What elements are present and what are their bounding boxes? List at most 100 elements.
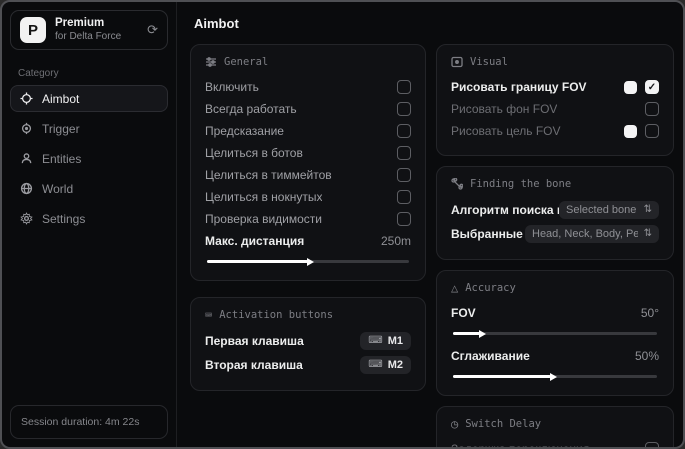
setting-row: Целиться в тиммейтов	[205, 164, 411, 186]
sidebar: P Premium for Delta Force ⟳ Category Aim…	[2, 2, 177, 447]
keybind-first-key[interactable]: ⌨ M1	[360, 332, 411, 350]
checkbox-target-teammates[interactable]	[397, 168, 411, 182]
checkbox-always-work[interactable]	[397, 102, 411, 116]
setting-label: Предсказание	[205, 124, 284, 138]
smoothing-slider[interactable]	[453, 372, 657, 381]
panel-accuracy: △ Accuracy FOV 50° Сглаживание 50%	[436, 270, 674, 396]
checkbox-enable[interactable]	[397, 80, 411, 94]
panel-header-label: General	[224, 56, 269, 68]
slider-thumb[interactable]	[549, 372, 557, 381]
sort-arrows-icon: ⇅	[643, 228, 652, 239]
checkbox-draw-fov-border[interactable]: ✓	[645, 80, 659, 94]
checkbox-switch-delay[interactable]	[645, 442, 659, 447]
premium-text: Premium for Delta Force	[55, 17, 138, 43]
crosshair-icon	[20, 92, 33, 105]
keyboard-icon: ⌨	[368, 335, 383, 346]
sidebar-item-settings[interactable]: Settings	[10, 205, 168, 232]
setting-row: Вторая клавиша ⌨ M2	[205, 353, 411, 377]
checkbox-draw-fov-background[interactable]	[645, 102, 659, 116]
fov-border-color-swatch[interactable]	[624, 80, 637, 94]
session-duration: Session duration: 4m 22s	[10, 405, 168, 439]
setting-row: Алгоритм поиска костей Selected bone ⇅	[451, 198, 659, 222]
panel-header-label: Accuracy	[465, 282, 516, 294]
checkbox-draw-fov-target[interactable]	[645, 124, 659, 138]
panel-bone-header: Finding the bone	[451, 178, 659, 190]
timer-icon: ◷	[451, 417, 459, 431]
panel-header-label: Switch Delay	[465, 418, 542, 430]
setting-label: Проверка видимости	[205, 212, 322, 226]
setting-row: Рисовать цель FOV	[451, 120, 659, 142]
bone-algorithm-dropdown[interactable]: Selected bone ⇅	[559, 201, 659, 219]
panel-activation-buttons: ⌨ Activation buttons Первая клавиша ⌨ M1…	[190, 297, 426, 391]
panel-accuracy-header: △ Accuracy	[451, 282, 659, 294]
setting-label: Целиться в ботов	[205, 146, 303, 160]
premium-subtitle: for Delta Force	[55, 30, 122, 42]
checkbox-visibility-check[interactable]	[397, 212, 411, 226]
sort-arrows-icon: ⇅	[643, 204, 652, 215]
slider-thumb[interactable]	[478, 329, 486, 338]
keyboard-icon: ⌨	[368, 359, 383, 370]
setting-label: Сглаживание	[451, 349, 530, 363]
sidebar-item-world[interactable]: World	[10, 175, 168, 202]
setting-label: Целиться в тиммейтов	[205, 168, 332, 182]
sidebar-item-label: World	[42, 181, 74, 196]
premium-card: P Premium for Delta Force ⟳	[10, 10, 168, 50]
bone-icon	[451, 178, 463, 190]
setting-label: Вторая клавиша	[205, 358, 303, 372]
app-window: P Premium for Delta Force ⟳ Category Aim…	[0, 0, 685, 449]
checkbox-prediction[interactable]	[397, 124, 411, 138]
panel-visual-header: Visual	[451, 56, 659, 68]
setting-row: Целиться в ботов	[205, 142, 411, 164]
setting-label: Целиться в нокнутых	[205, 190, 323, 204]
max-distance-slider[interactable]	[207, 257, 409, 266]
panel-switch-delay: ◷ Switch Delay Задержка переключения Зад…	[436, 406, 674, 447]
main-content: Aimbot General Включить Всегда работать …	[177, 2, 683, 447]
setting-label: Рисовать цель FOV	[451, 124, 561, 138]
fov-target-color-swatch[interactable]	[624, 124, 637, 138]
sidebar-nav: Aimbot Trigger Entities World Settings	[2, 85, 176, 232]
sidebar-item-label: Settings	[42, 211, 86, 226]
checkbox-target-knocked[interactable]	[397, 190, 411, 204]
panel-activation-header: ⌨ Activation buttons	[205, 309, 411, 321]
setting-label: Макс. дистанция	[205, 234, 305, 248]
dropdown-value: Head, Neck, Body, Pe...	[532, 228, 638, 240]
setting-row: Первая клавиша ⌨ M1	[205, 329, 411, 353]
setting-row: Включить	[205, 76, 411, 98]
reload-icon[interactable]: ⟳	[147, 22, 158, 38]
slider-value: 50°	[640, 306, 659, 320]
triangle-icon: △	[451, 281, 459, 295]
sidebar-item-aimbot[interactable]: Aimbot	[10, 85, 168, 112]
setting-label: Алгоритм поиска костей	[451, 203, 559, 217]
sidebar-item-label: Aimbot	[42, 91, 80, 106]
category-label: Category	[18, 68, 59, 79]
screen-icon	[451, 56, 463, 68]
setting-label: Рисовать границу FOV	[451, 80, 587, 94]
slider-value: 50%	[634, 349, 659, 363]
sidebar-item-label: Trigger	[42, 121, 80, 136]
setting-row: Рисовать фон FOV	[451, 98, 659, 120]
setting-row: Целиться в нокнутых	[205, 186, 411, 208]
setting-label: Включить	[205, 80, 259, 94]
setting-label: Выбранные кости	[451, 227, 525, 241]
gear-icon	[20, 212, 33, 225]
checkbox-target-bots[interactable]	[397, 146, 411, 160]
sidebar-item-trigger[interactable]: Trigger	[10, 115, 168, 142]
keyboard-icon: ⌨	[205, 308, 213, 322]
sidebar-item-label: Entities	[42, 151, 82, 166]
trigger-icon	[20, 122, 33, 135]
setting-label: Первая клавиша	[205, 334, 304, 348]
selected-bones-dropdown[interactable]: Head, Neck, Body, Pe... ⇅	[525, 225, 659, 243]
keybind-second-key[interactable]: ⌨ M2	[360, 356, 411, 374]
app-logo: P	[20, 17, 46, 43]
fov-slider[interactable]	[453, 329, 657, 338]
slider-value: 250m	[380, 234, 411, 248]
page-title: Aimbot	[194, 16, 239, 31]
sliders-icon	[205, 56, 217, 68]
slider-thumb[interactable]	[307, 257, 314, 266]
setting-row: Выбранные кости Head, Neck, Body, Pe... …	[451, 222, 659, 246]
setting-label: Рисовать фон FOV	[451, 102, 558, 116]
sidebar-item-entities[interactable]: Entities	[10, 145, 168, 172]
panel-header-label: Visual	[470, 56, 508, 68]
keybind-value: M1	[387, 335, 403, 347]
panel-finding-bone: Finding the bone Алгоритм поиска костей …	[436, 166, 674, 260]
